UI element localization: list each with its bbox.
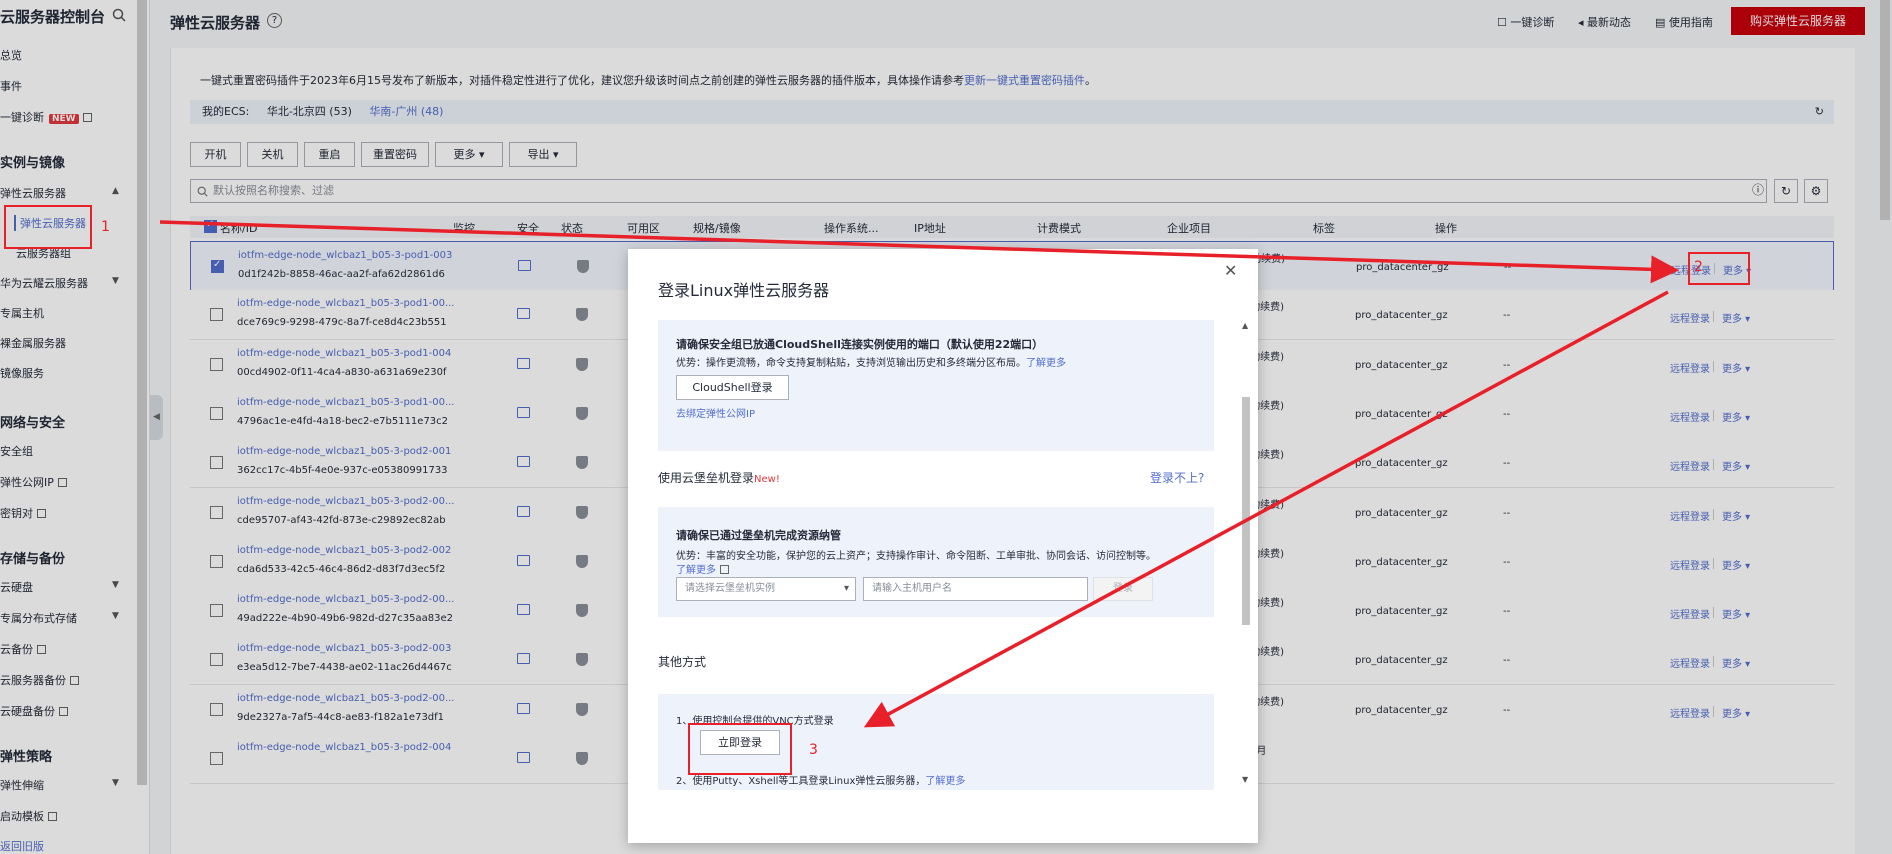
arrow-1 xyxy=(159,220,1679,284)
arrow-2 xyxy=(863,290,1669,728)
annotation-arrows xyxy=(159,220,1679,728)
